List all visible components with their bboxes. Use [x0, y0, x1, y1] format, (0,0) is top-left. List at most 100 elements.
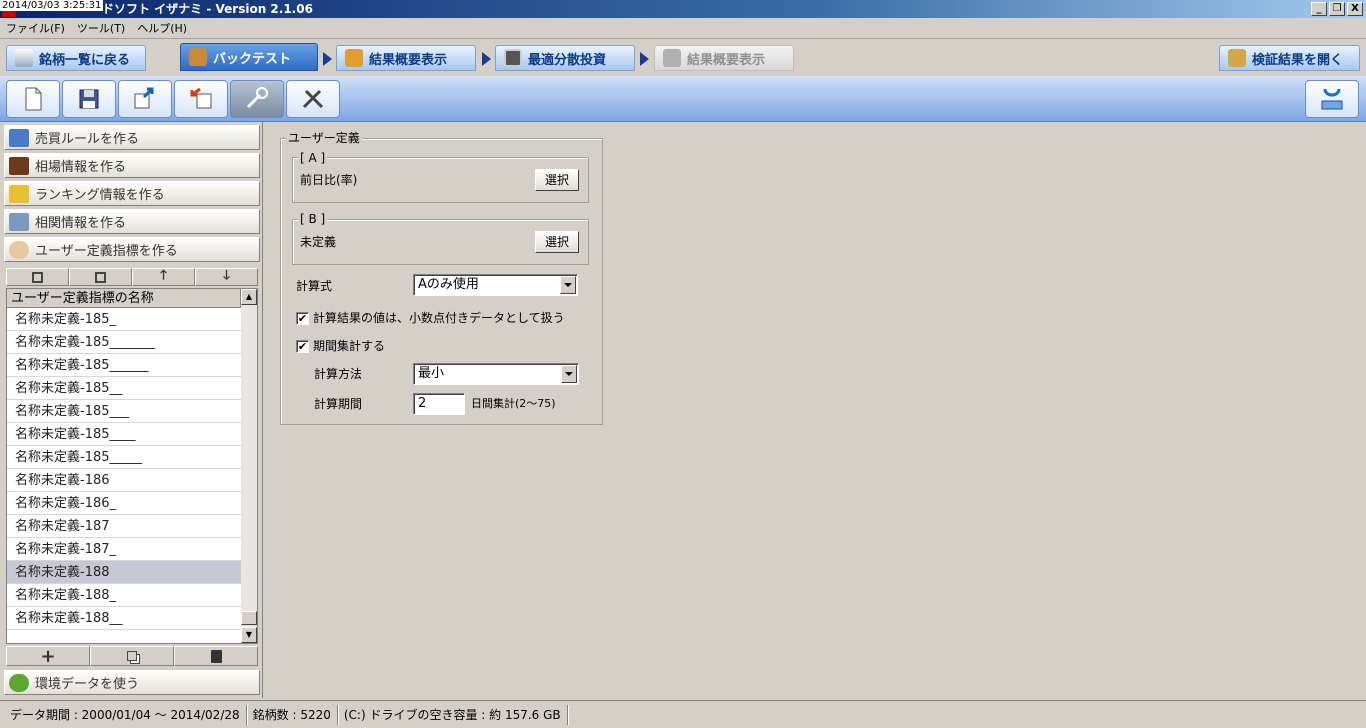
nav-env-data[interactable]: 環境データを使う	[4, 670, 260, 695]
move-down-button[interactable]: 🡓	[195, 268, 258, 286]
export-button[interactable]	[118, 80, 172, 118]
list-item[interactable]: 名称未定義-188__	[7, 607, 241, 630]
formula-select[interactable]: Aのみ使用	[413, 274, 578, 296]
tab-backtest-label: バックテスト	[213, 51, 292, 67]
decimal-checkbox[interactable]: ✔	[296, 312, 309, 325]
tab-open-results[interactable]: 検証結果を開く	[1219, 45, 1360, 71]
tab-back-to-list[interactable]: 銘柄一覧に戻る	[6, 45, 146, 71]
list-item[interactable]: 名称未定義-188_	[7, 584, 241, 607]
group-a-value: 前日比(率)	[300, 173, 358, 187]
move-up-button[interactable]: 🡑	[132, 268, 195, 286]
coins-icon	[345, 49, 363, 67]
chevron-down-icon[interactable]	[560, 276, 576, 294]
app-flag-icon	[2, 11, 16, 17]
title-bar: 2014/03/03 3:25:31 ドソフト イザナミ - Version 2…	[0, 0, 1366, 18]
import-button[interactable]	[174, 80, 228, 118]
chart-icon	[663, 49, 681, 67]
formula-select-value: Aのみ使用	[418, 277, 479, 292]
method-select[interactable]: 最小	[413, 363, 579, 385]
status-data-period: データ期間 : 2000/01/04 〜 2014/02/28	[4, 704, 247, 725]
group-b-label: [ B ]	[298, 212, 328, 226]
correlation-icon	[9, 212, 29, 231]
scroll-down-arrow[interactable]: ▼	[241, 627, 257, 643]
nav-user-indicator[interactable]: ユーザー定義指標を作る	[4, 237, 260, 262]
period-checkbox-label: 期間集計する	[313, 339, 386, 353]
sprout-icon	[9, 673, 29, 692]
close-button[interactable]: X	[1347, 2, 1363, 16]
nav-ranking-info-label: ランキング情報を作る	[35, 188, 165, 203]
tools-button[interactable]	[286, 80, 340, 118]
period-checkbox[interactable]: ✔	[296, 340, 309, 353]
copy-indicator-button[interactable]	[90, 646, 174, 666]
nav-ranking-info[interactable]: ランキング情報を作る	[4, 181, 260, 206]
tab-backtest[interactable]: バックテスト	[180, 43, 318, 71]
select-b-button[interactable]: 選択	[535, 231, 579, 253]
menu-help[interactable]: ヘルプ(H)	[131, 20, 193, 36]
list-item[interactable]: 名称未定義-185__	[7, 377, 241, 400]
panel-splitter[interactable]	[262, 122, 268, 698]
add-indicator-button[interactable]: +	[6, 645, 90, 667]
restore-button[interactable]: ❐	[1329, 2, 1345, 16]
indicator-list: ユーザー定義指標の名称 名称未定義-185_ 名称未定義-185_______ 名称…	[6, 288, 258, 644]
tab-back-to-list-label: 銘柄一覧に戻る	[39, 52, 131, 68]
list-toolbar: 🡑 🡓	[6, 268, 258, 286]
minimize-button[interactable]: _	[1311, 2, 1327, 16]
chevron-down-icon[interactable]	[561, 365, 577, 383]
list-item[interactable]: 名称未定義-185____	[7, 423, 241, 446]
save-button[interactable]	[62, 80, 116, 118]
toolbar	[0, 76, 1366, 122]
nav-trade-rule[interactable]: 売買ルールを作る	[4, 125, 260, 150]
exit-button[interactable]	[1305, 80, 1359, 118]
tab-result-summary[interactable]: 結果概要表示	[336, 45, 476, 71]
select-a-button[interactable]: 選択	[535, 169, 579, 191]
scroll-thumb[interactable]	[241, 611, 257, 625]
menu-tools[interactable]: ツール(T)	[71, 20, 131, 36]
arrow-right-icon	[640, 52, 649, 66]
list-item[interactable]: 名称未定義-185_	[7, 308, 241, 331]
tab-optimal-portfolio[interactable]: 最適分散投資	[495, 45, 635, 71]
list-item[interactable]: 名称未定義-188	[7, 561, 241, 584]
floppy-disk-icon	[79, 89, 99, 109]
list-item[interactable]: 名称未定義-185_______	[7, 331, 241, 354]
eye-icon	[15, 49, 33, 67]
save-indicator-button[interactable]	[6, 268, 69, 286]
nav-market-info[interactable]: 相場情報を作る	[4, 153, 260, 178]
method-select-value: 最小	[418, 366, 445, 381]
save-as-indicator-button[interactable]	[69, 268, 132, 286]
list-scrollbar[interactable]: ▲ ▼	[241, 289, 257, 643]
new-button[interactable]	[6, 80, 60, 118]
menu-file[interactable]: ファイル(F)	[0, 20, 71, 36]
delete-indicator-button[interactable]	[174, 646, 258, 666]
scroll-up-arrow[interactable]: ▲	[241, 289, 257, 305]
list-item[interactable]: 名称未定義-186	[7, 469, 241, 492]
group-a-label: [ A ]	[298, 151, 328, 165]
folder-icon	[1228, 49, 1246, 67]
tab-result-summary-label: 結果概要表示	[369, 52, 448, 68]
period-input[interactable]: 2	[413, 393, 465, 415]
arrow-down-icon: 🡓	[223, 268, 230, 283]
settings-button[interactable]	[230, 80, 284, 118]
tab-open-results-label: 検証結果を開く	[1252, 52, 1344, 68]
formula-label: 計算式	[296, 279, 333, 293]
decimal-checkbox-label: 計算結果の値は、小数点付きデータとして扱う	[313, 311, 565, 325]
tab-result-summary-2[interactable]: 結果概要表示	[654, 45, 794, 71]
status-disk-space: (C:) ドライブの空き容量 : 約 157.6 GB	[338, 704, 568, 725]
list-item[interactable]: 名称未定義-186_	[7, 492, 241, 515]
bag-icon	[189, 48, 207, 66]
crown-icon	[9, 184, 29, 203]
group-b-value: 未定義	[300, 235, 337, 249]
list-item[interactable]: 名称未定義-185_____	[7, 446, 241, 469]
import-icon	[190, 87, 212, 109]
export-icon	[134, 87, 154, 109]
period-unit: 日間集計(2〜75)	[471, 397, 556, 410]
list-item[interactable]: 名称未定義-185___	[7, 400, 241, 423]
arrow-right-icon	[482, 52, 491, 66]
nav-correlation-info[interactable]: 相関情報を作る	[4, 209, 260, 234]
list-item[interactable]: 名称未定義-187	[7, 515, 241, 538]
list-header: ユーザー定義指標の名称	[7, 289, 241, 308]
list-item[interactable]: 名称未定義-187_	[7, 538, 241, 561]
list-item[interactable]: 名称未定義-185______	[7, 354, 241, 377]
nav-trade-rule-label: 売買ルールを作る	[35, 132, 140, 147]
plus-icon: +	[40, 645, 56, 667]
tab-result-summary-2-label: 結果概要表示	[687, 52, 766, 68]
